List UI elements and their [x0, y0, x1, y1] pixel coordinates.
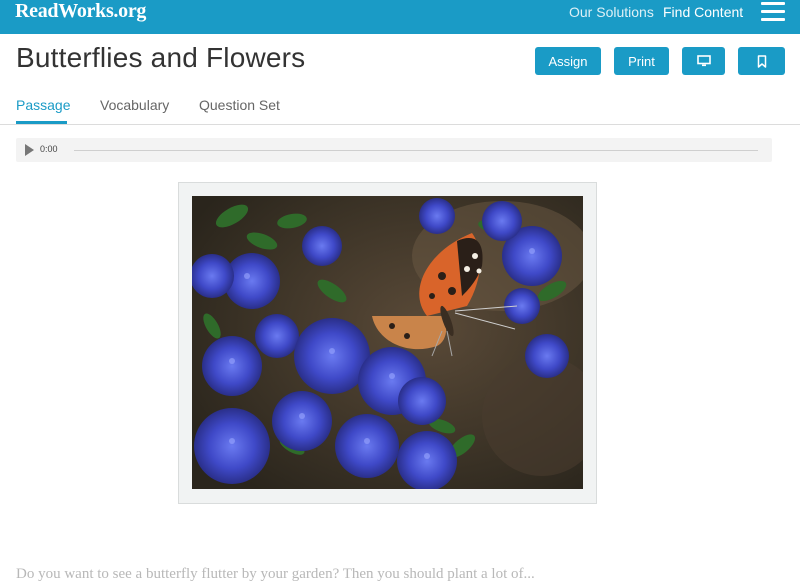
hamburger-menu-icon[interactable] — [761, 1, 785, 21]
audio-progress-track[interactable] — [74, 150, 758, 151]
passage-image-frame — [178, 182, 597, 504]
butterfly-photo — [192, 196, 583, 489]
menu-line — [761, 2, 785, 5]
article-title: Butterflies and Flowers — [16, 42, 306, 73]
readworks-logo[interactable]: ReadWorks.org — [15, 0, 146, 22]
assign-button[interactable]: Assign — [535, 47, 601, 75]
present-button[interactable] — [682, 47, 725, 75]
audio-current-time: 0:00 — [40, 144, 58, 154]
nav-our-solutions[interactable]: Our Solutions — [569, 4, 654, 20]
tab-vocabulary[interactable]: Vocabulary — [100, 97, 169, 113]
play-icon[interactable] — [25, 144, 34, 156]
content-tabs: Passage Vocabulary Question Set — [0, 90, 800, 125]
passage-preview-text: Do you want to see a butterfly flutter b… — [16, 566, 535, 582]
tab-question-set[interactable]: Question Set — [199, 97, 280, 113]
bookmark-icon — [757, 54, 766, 68]
top-navigation-bar: ReadWorks.org Our Solutions Find Content — [0, 0, 800, 34]
menu-line — [761, 10, 785, 13]
menu-line — [761, 18, 785, 21]
active-tab-indicator — [16, 121, 67, 124]
audio-player: 0:00 — [16, 138, 772, 162]
bookmark-button[interactable] — [738, 47, 785, 75]
tab-passage[interactable]: Passage — [16, 97, 70, 113]
nav-find-content[interactable]: Find Content — [663, 4, 743, 20]
print-button[interactable]: Print — [614, 47, 669, 75]
monitor-icon — [696, 55, 711, 67]
